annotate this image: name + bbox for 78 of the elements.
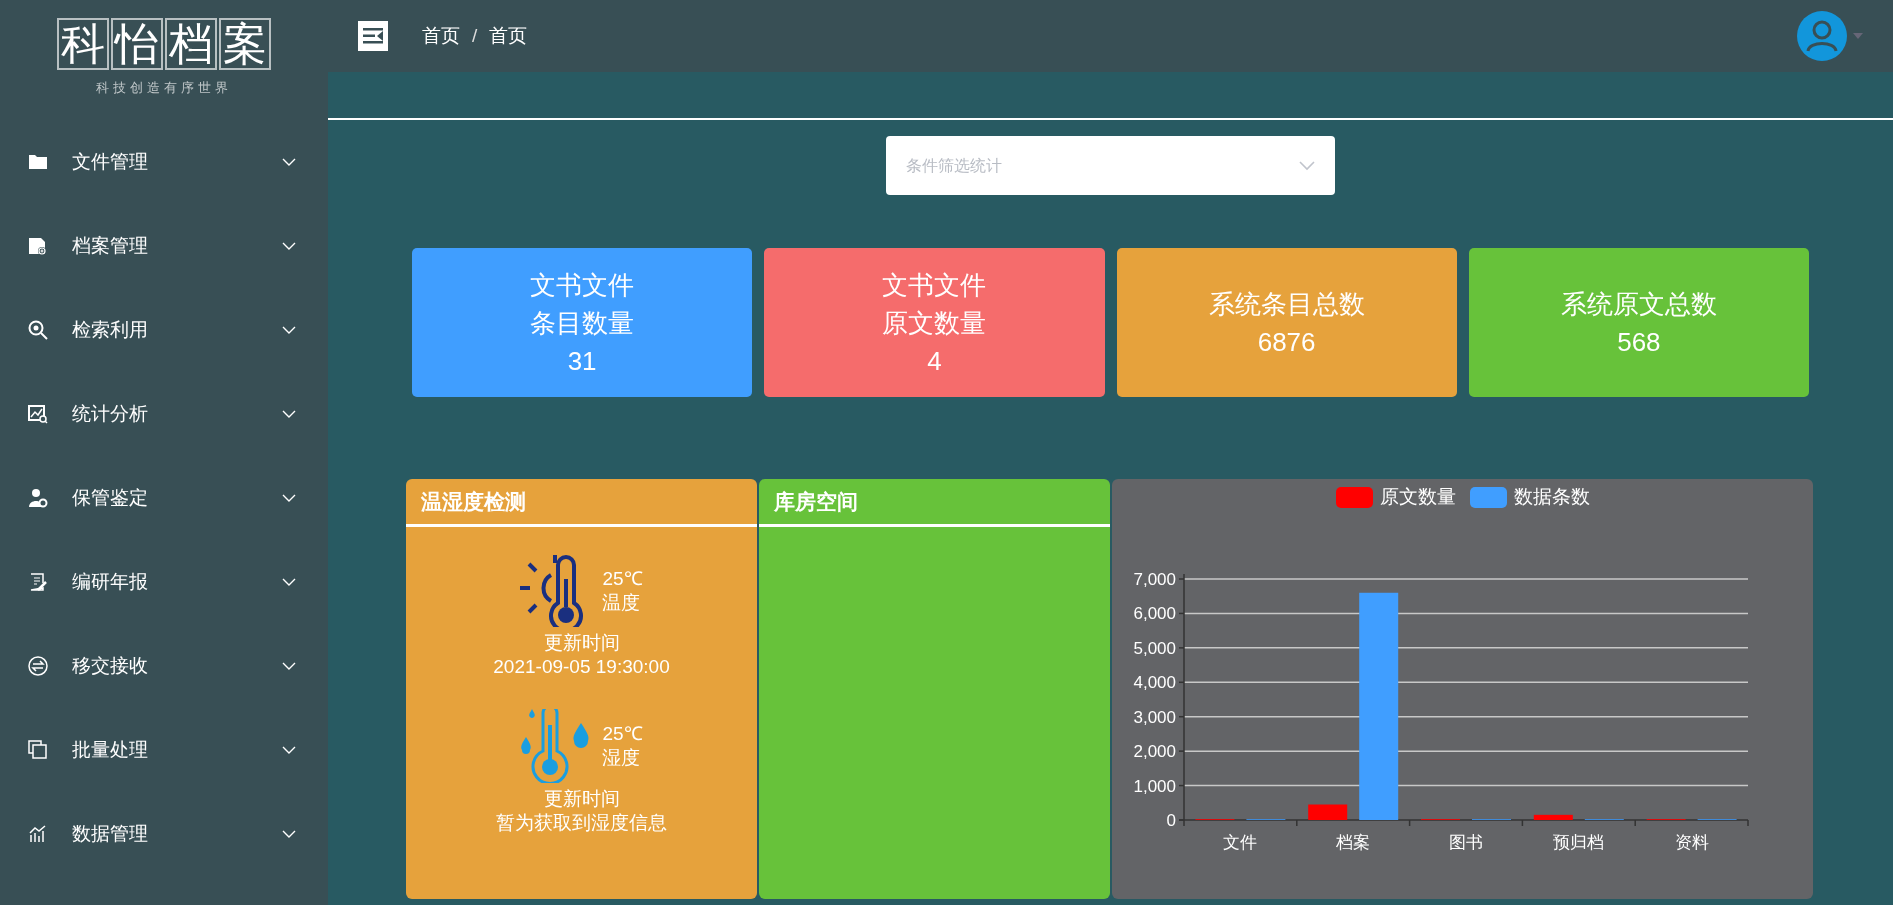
sidebar-item[interactable]: 统计分析 (0, 372, 328, 456)
user-avatar-icon[interactable] (1797, 11, 1847, 61)
stat-text: 系统条目总数 (1208, 287, 1365, 321)
y-tick-label: 4,000 (1133, 673, 1176, 693)
y-tick-label: 0 (1166, 811, 1176, 830)
breadcrumb-link[interactable]: 首页 (489, 21, 528, 51)
stat-text: 31 (567, 344, 597, 378)
bar (1533, 814, 1573, 820)
search-icon (28, 320, 48, 340)
chevron-icon (282, 326, 296, 334)
chart-search-icon (28, 404, 48, 424)
logo-character: 科 (57, 18, 109, 70)
filter-placeholder: 条件筛选统计 (906, 155, 1002, 176)
sidebar-item[interactable]: 保管鉴定 (0, 456, 328, 540)
chevron-icon (282, 830, 296, 838)
sidebar-item[interactable]: 编研年报 (0, 540, 328, 624)
logo-subtitle: 科技创造有序世界 (96, 79, 232, 97)
menu-toggle-icon[interactable] (358, 21, 388, 51)
breadcrumb-link[interactable]: 首页 (422, 21, 460, 51)
y-tick-label: 2,000 (1133, 742, 1176, 762)
stat-text: 条目数量 (530, 306, 635, 340)
chevron-icon (282, 410, 296, 418)
chevron-icon (282, 494, 296, 502)
sensor-value: 25℃ (602, 722, 643, 746)
chevron-icon (282, 158, 296, 166)
sidebar-item[interactable]: 检索利用 (0, 288, 328, 372)
transfer-icon (28, 656, 48, 676)
panel-title: 库房空间 (773, 488, 859, 515)
y-tick-label: 7,000 (1133, 570, 1176, 589)
sidebar-item[interactable]: 文件管理 (0, 120, 328, 204)
stat-text: 文书文件 (530, 268, 635, 302)
x-tick-label: 资料 (1674, 833, 1709, 852)
y-tick-label: 6,000 (1133, 604, 1176, 624)
sensor-label: 湿度 (602, 746, 642, 770)
chevron-icon (282, 242, 296, 250)
logo-character: 怡 (111, 18, 163, 70)
chart-icon (28, 824, 48, 844)
y-tick-label: 1,000 (1133, 776, 1176, 796)
x-tick-label: 文件 (1223, 833, 1258, 852)
stat-text: 原文数量 (882, 306, 987, 340)
x-tick-label: 档案 (1336, 833, 1371, 852)
copy-icon (28, 740, 48, 760)
document-edit-icon (28, 572, 48, 592)
sidebar-item[interactable]: 批量处理 (0, 708, 328, 792)
y-tick-label: 5,000 (1133, 638, 1176, 658)
stat-text: 文书文件 (882, 268, 987, 302)
chevron-icon (282, 578, 296, 586)
logo-character: 案 (219, 18, 271, 70)
thermometer-drops-icon (520, 709, 591, 783)
breadcrumb-separator: / (472, 23, 478, 48)
sidebar-item[interactable]: 数据管理 (0, 792, 328, 876)
logo-character: 档 (165, 18, 217, 70)
chevron-icon (282, 662, 296, 670)
chevron-down-icon (1299, 160, 1315, 171)
folder-icon (28, 152, 48, 172)
caret-icon[interactable] (1853, 33, 1863, 39)
legend-label: 数据条数 (1513, 485, 1590, 509)
sidebar-item[interactable]: 移交接收 (0, 624, 328, 708)
stat-text: 568 (1617, 325, 1661, 359)
update-label: 更新时间 (543, 787, 620, 811)
update-label: 更新时间 (543, 631, 620, 655)
x-tick-label: 预归档 (1553, 833, 1605, 852)
folder-plus-icon (28, 236, 48, 256)
user-gear-icon (28, 488, 48, 508)
panel-title: 温湿度检测 (420, 488, 527, 515)
stat-text: 系统原文总数 (1560, 287, 1717, 321)
sensor-value: 25℃ (602, 567, 643, 591)
legend-label: 原文数量 (1379, 485, 1456, 509)
update-time: 2021-09-05 19:30:00 (493, 655, 670, 679)
x-tick-label: 图书 (1449, 833, 1483, 852)
stat-text: 6876 (1257, 325, 1316, 359)
y-tick-label: 3,000 (1133, 707, 1176, 727)
sensor-label: 温度 (602, 591, 642, 615)
bar (1308, 804, 1348, 820)
stat-text: 4 (927, 344, 942, 378)
update-time: 暂为获取到湿度信息 (496, 811, 667, 835)
sidebar-item[interactable]: 档案管理 (0, 204, 328, 288)
chevron-icon (282, 746, 296, 754)
